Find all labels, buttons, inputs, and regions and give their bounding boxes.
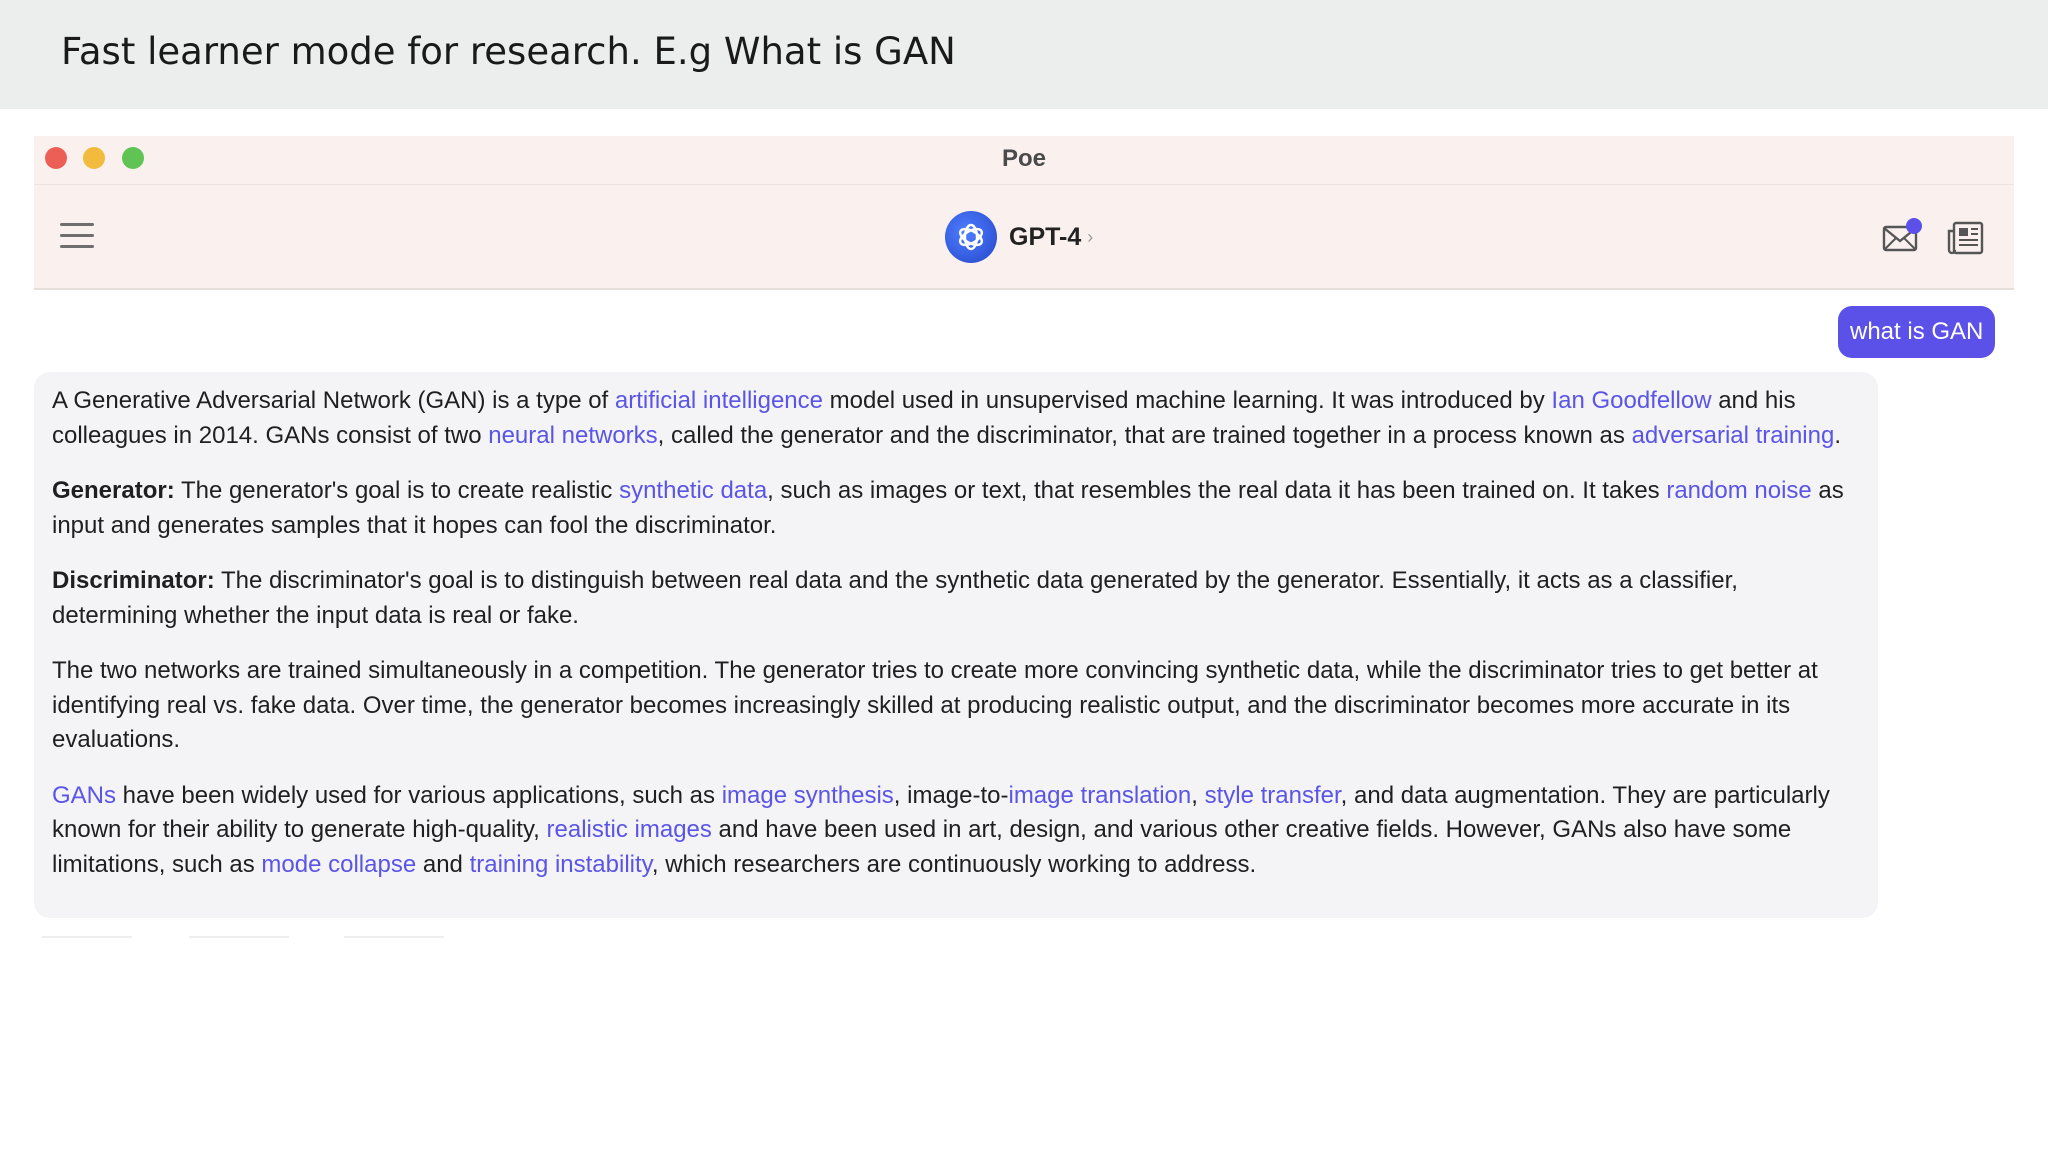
inline-link[interactable]: Ian Goodfellow	[1551, 387, 1711, 414]
inline-link[interactable]: random noise	[1666, 477, 1811, 504]
bot-answer-bubble: A Generative Adversarial Network (GAN) i…	[34, 372, 1878, 918]
inline-link[interactable]: mode collapse	[261, 851, 416, 878]
answer-text: , called the generator and the discrimin…	[657, 421, 1632, 449]
answer-paragraph: Discriminator: The discriminator's goal …	[52, 564, 1860, 633]
hamburger-menu-icon[interactable]	[60, 223, 94, 251]
answer-text: , image-to-	[893, 781, 1009, 809]
openai-logo-icon	[945, 211, 997, 263]
inline-link[interactable]: image synthesis	[722, 782, 894, 809]
newspaper-icon[interactable]	[1945, 217, 1987, 259]
chevron-right-icon: ›	[1087, 226, 1094, 247]
inline-link[interactable]: neural networks	[488, 422, 657, 449]
inline-link[interactable]: GANs	[52, 782, 116, 809]
window-titlebar: Poe	[34, 136, 2014, 185]
answer-text: ,	[1191, 781, 1205, 809]
bot-selector[interactable]: GPT-4 ›	[945, 211, 1093, 263]
answer-text: .	[1834, 421, 1842, 449]
answer-text: and	[416, 850, 470, 878]
answer-paragraph: Generator: The generator's goal is to cr…	[52, 474, 1860, 543]
chat-toolbar: GPT-4 ›	[34, 185, 2014, 290]
slide-title: Fast learner mode for research. E.g What…	[61, 30, 956, 73]
slide-header: Fast learner mode for research. E.g What…	[0, 0, 2048, 109]
answer-text: , which researchers are continuously wor…	[651, 850, 1257, 878]
answer-text: have been widely used for various applic…	[116, 781, 722, 809]
answer-paragraph: GANs have been widely used for various a…	[52, 779, 1860, 883]
action-chip[interactable]	[344, 936, 444, 938]
window-title: Poe	[1001, 145, 1046, 172]
mail-notification-icon[interactable]	[1881, 217, 1923, 259]
poe-app-window: Poe GPT-4 › what is GAN A Generative Adv…	[34, 136, 2014, 938]
inline-link[interactable]: image translation	[1008, 782, 1191, 809]
answer-text: , such as images or text, that resembles…	[767, 477, 1667, 504]
answer-text: A Generative Adversarial Network (GAN) i…	[52, 387, 615, 414]
answer-heading: Discriminator:	[52, 567, 215, 594]
inline-link[interactable]: realistic images	[547, 816, 712, 843]
answer-text: The discriminator's goal is to distingui…	[52, 567, 1738, 629]
inline-link[interactable]: artificial intelligence	[615, 387, 823, 414]
inline-link[interactable]: style transfer	[1205, 782, 1341, 809]
action-chip[interactable]	[189, 936, 289, 938]
answer-text: model used in unsupervised machine learn…	[823, 387, 1552, 414]
inline-link[interactable]: synthetic data	[619, 477, 767, 504]
action-chip[interactable]	[42, 936, 132, 938]
inline-link[interactable]: adversarial training	[1632, 422, 1835, 449]
answer-heading: Generator:	[52, 477, 175, 504]
answer-text: The generator's goal is to create realis…	[174, 477, 620, 504]
answer-text: The two networks are trained simultaneou…	[52, 657, 1818, 753]
bot-name: GPT-4	[1009, 222, 1082, 251]
answer-paragraph: The two networks are trained simultaneou…	[52, 654, 1860, 758]
answer-paragraph: A Generative Adversarial Network (GAN) i…	[52, 384, 1860, 453]
user-message-bubble: what is GAN	[1838, 306, 1996, 358]
inline-link[interactable]: training instability	[470, 851, 652, 878]
